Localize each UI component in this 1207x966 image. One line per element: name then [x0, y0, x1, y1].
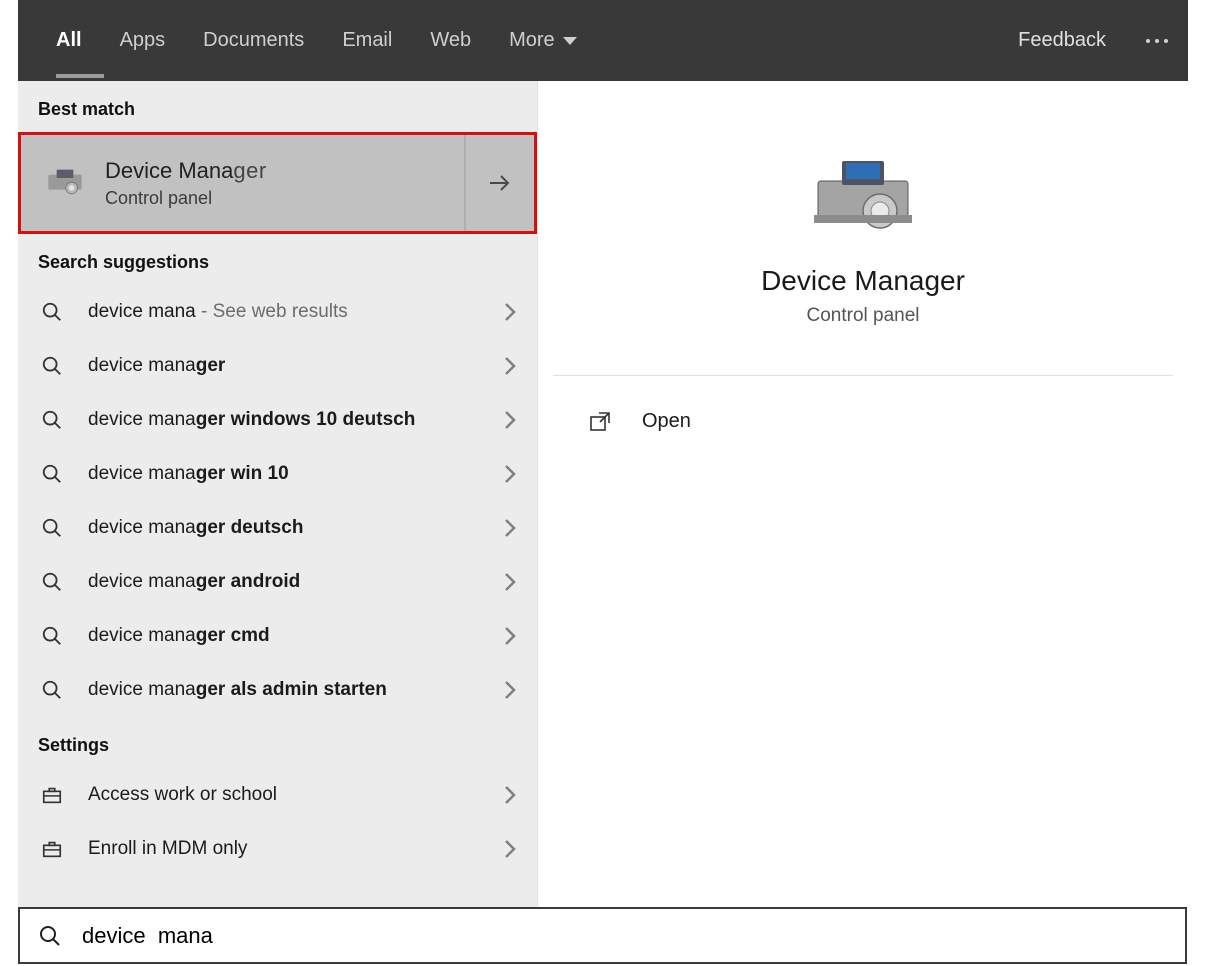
chevron-right-icon [497, 461, 523, 487]
suggestion-text: device manager als admin starten [66, 679, 497, 701]
chevron-right-icon [497, 623, 523, 649]
suggestion-text: device manager deutsch [66, 517, 497, 539]
settings-header: Settings [18, 717, 537, 768]
briefcase-icon [38, 835, 66, 863]
chevron-down-icon [563, 37, 577, 45]
tabs-right: Feedback [1018, 29, 1168, 52]
suggestion-text: device manager cmd [66, 625, 497, 647]
search-icon [38, 406, 66, 434]
tab-more-label: More [509, 29, 555, 52]
suggestion-item[interactable]: device manager android [18, 555, 537, 609]
chevron-right-icon [497, 836, 523, 862]
best-match-subtitle: Control panel [105, 188, 267, 209]
suggestion-item[interactable]: device manager windows 10 deutsch [18, 393, 537, 447]
action-open-label: Open [642, 410, 691, 433]
chevron-right-icon [497, 515, 523, 541]
preview-title: Device Manager [538, 265, 1188, 297]
settings-item[interactable]: Enroll in MDM only [18, 822, 537, 876]
search-suggestions-header: Search suggestions [18, 234, 537, 285]
search-icon [38, 676, 66, 704]
suggestion-item[interactable]: device manager [18, 339, 537, 393]
suggestion-item[interactable]: device manager deutsch [18, 501, 537, 555]
more-options-icon[interactable] [1146, 39, 1168, 43]
search-icon [38, 622, 66, 650]
chevron-right-icon [497, 677, 523, 703]
search-icon [38, 568, 66, 596]
settings-item-label: Enroll in MDM only [66, 838, 497, 860]
search-icon [36, 922, 64, 950]
chevron-right-icon [497, 407, 523, 433]
tab-all[interactable]: All [56, 29, 82, 52]
preview-subtitle: Control panel [538, 305, 1188, 327]
best-match-result[interactable]: Device Manager Control panel [18, 132, 537, 234]
tab-email[interactable]: Email [342, 29, 392, 52]
search-filter-tabs-bar: All Apps Documents Email Web More Feedba… [18, 0, 1188, 81]
results-pane: Best match Device Manager [18, 81, 538, 908]
suggestion-text: device manager win 10 [66, 463, 497, 485]
suggestion-item[interactable]: device manager win 10 [18, 447, 537, 501]
search-input[interactable] [64, 909, 1185, 962]
search-bar[interactable] [18, 907, 1187, 964]
suggestion-text: device manager android [66, 571, 497, 593]
device-manager-icon [41, 159, 89, 207]
feedback-link[interactable]: Feedback [1018, 29, 1106, 52]
chevron-right-icon [497, 569, 523, 595]
preview-device-manager-icon [808, 151, 918, 241]
search-icon [38, 460, 66, 488]
tab-apps[interactable]: Apps [120, 29, 166, 52]
search-icon [38, 298, 66, 326]
best-match-title: Device Manager [105, 158, 267, 184]
suggestion-text: device mana - See web results [66, 301, 497, 323]
open-icon [586, 411, 614, 433]
chevron-right-icon [497, 353, 523, 379]
search-icon [38, 352, 66, 380]
tab-more[interactable]: More [509, 29, 577, 52]
tab-documents[interactable]: Documents [203, 29, 304, 52]
settings-item[interactable]: Access work or school [18, 768, 537, 822]
suggestion-text: device manager [66, 355, 497, 377]
suggestion-text: device manager windows 10 deutsch [66, 409, 497, 431]
search-icon [38, 514, 66, 542]
best-match-header: Best match [18, 81, 537, 132]
tab-web[interactable]: Web [430, 29, 471, 52]
tabs-container: All Apps Documents Email Web More [56, 29, 577, 52]
expand-arrow-button[interactable] [464, 135, 534, 231]
settings-item-label: Access work or school [66, 784, 497, 806]
suggestion-item[interactable]: device manager als admin starten [18, 663, 537, 717]
chevron-right-icon [497, 782, 523, 808]
suggestion-item[interactable]: device mana - See web results [18, 285, 537, 339]
preview-pane: Device Manager Control panel Open [538, 81, 1188, 908]
suggestion-item[interactable]: device manager cmd [18, 609, 537, 663]
chevron-right-icon [497, 299, 523, 325]
action-open[interactable]: Open [538, 376, 1188, 433]
briefcase-icon [38, 781, 66, 809]
